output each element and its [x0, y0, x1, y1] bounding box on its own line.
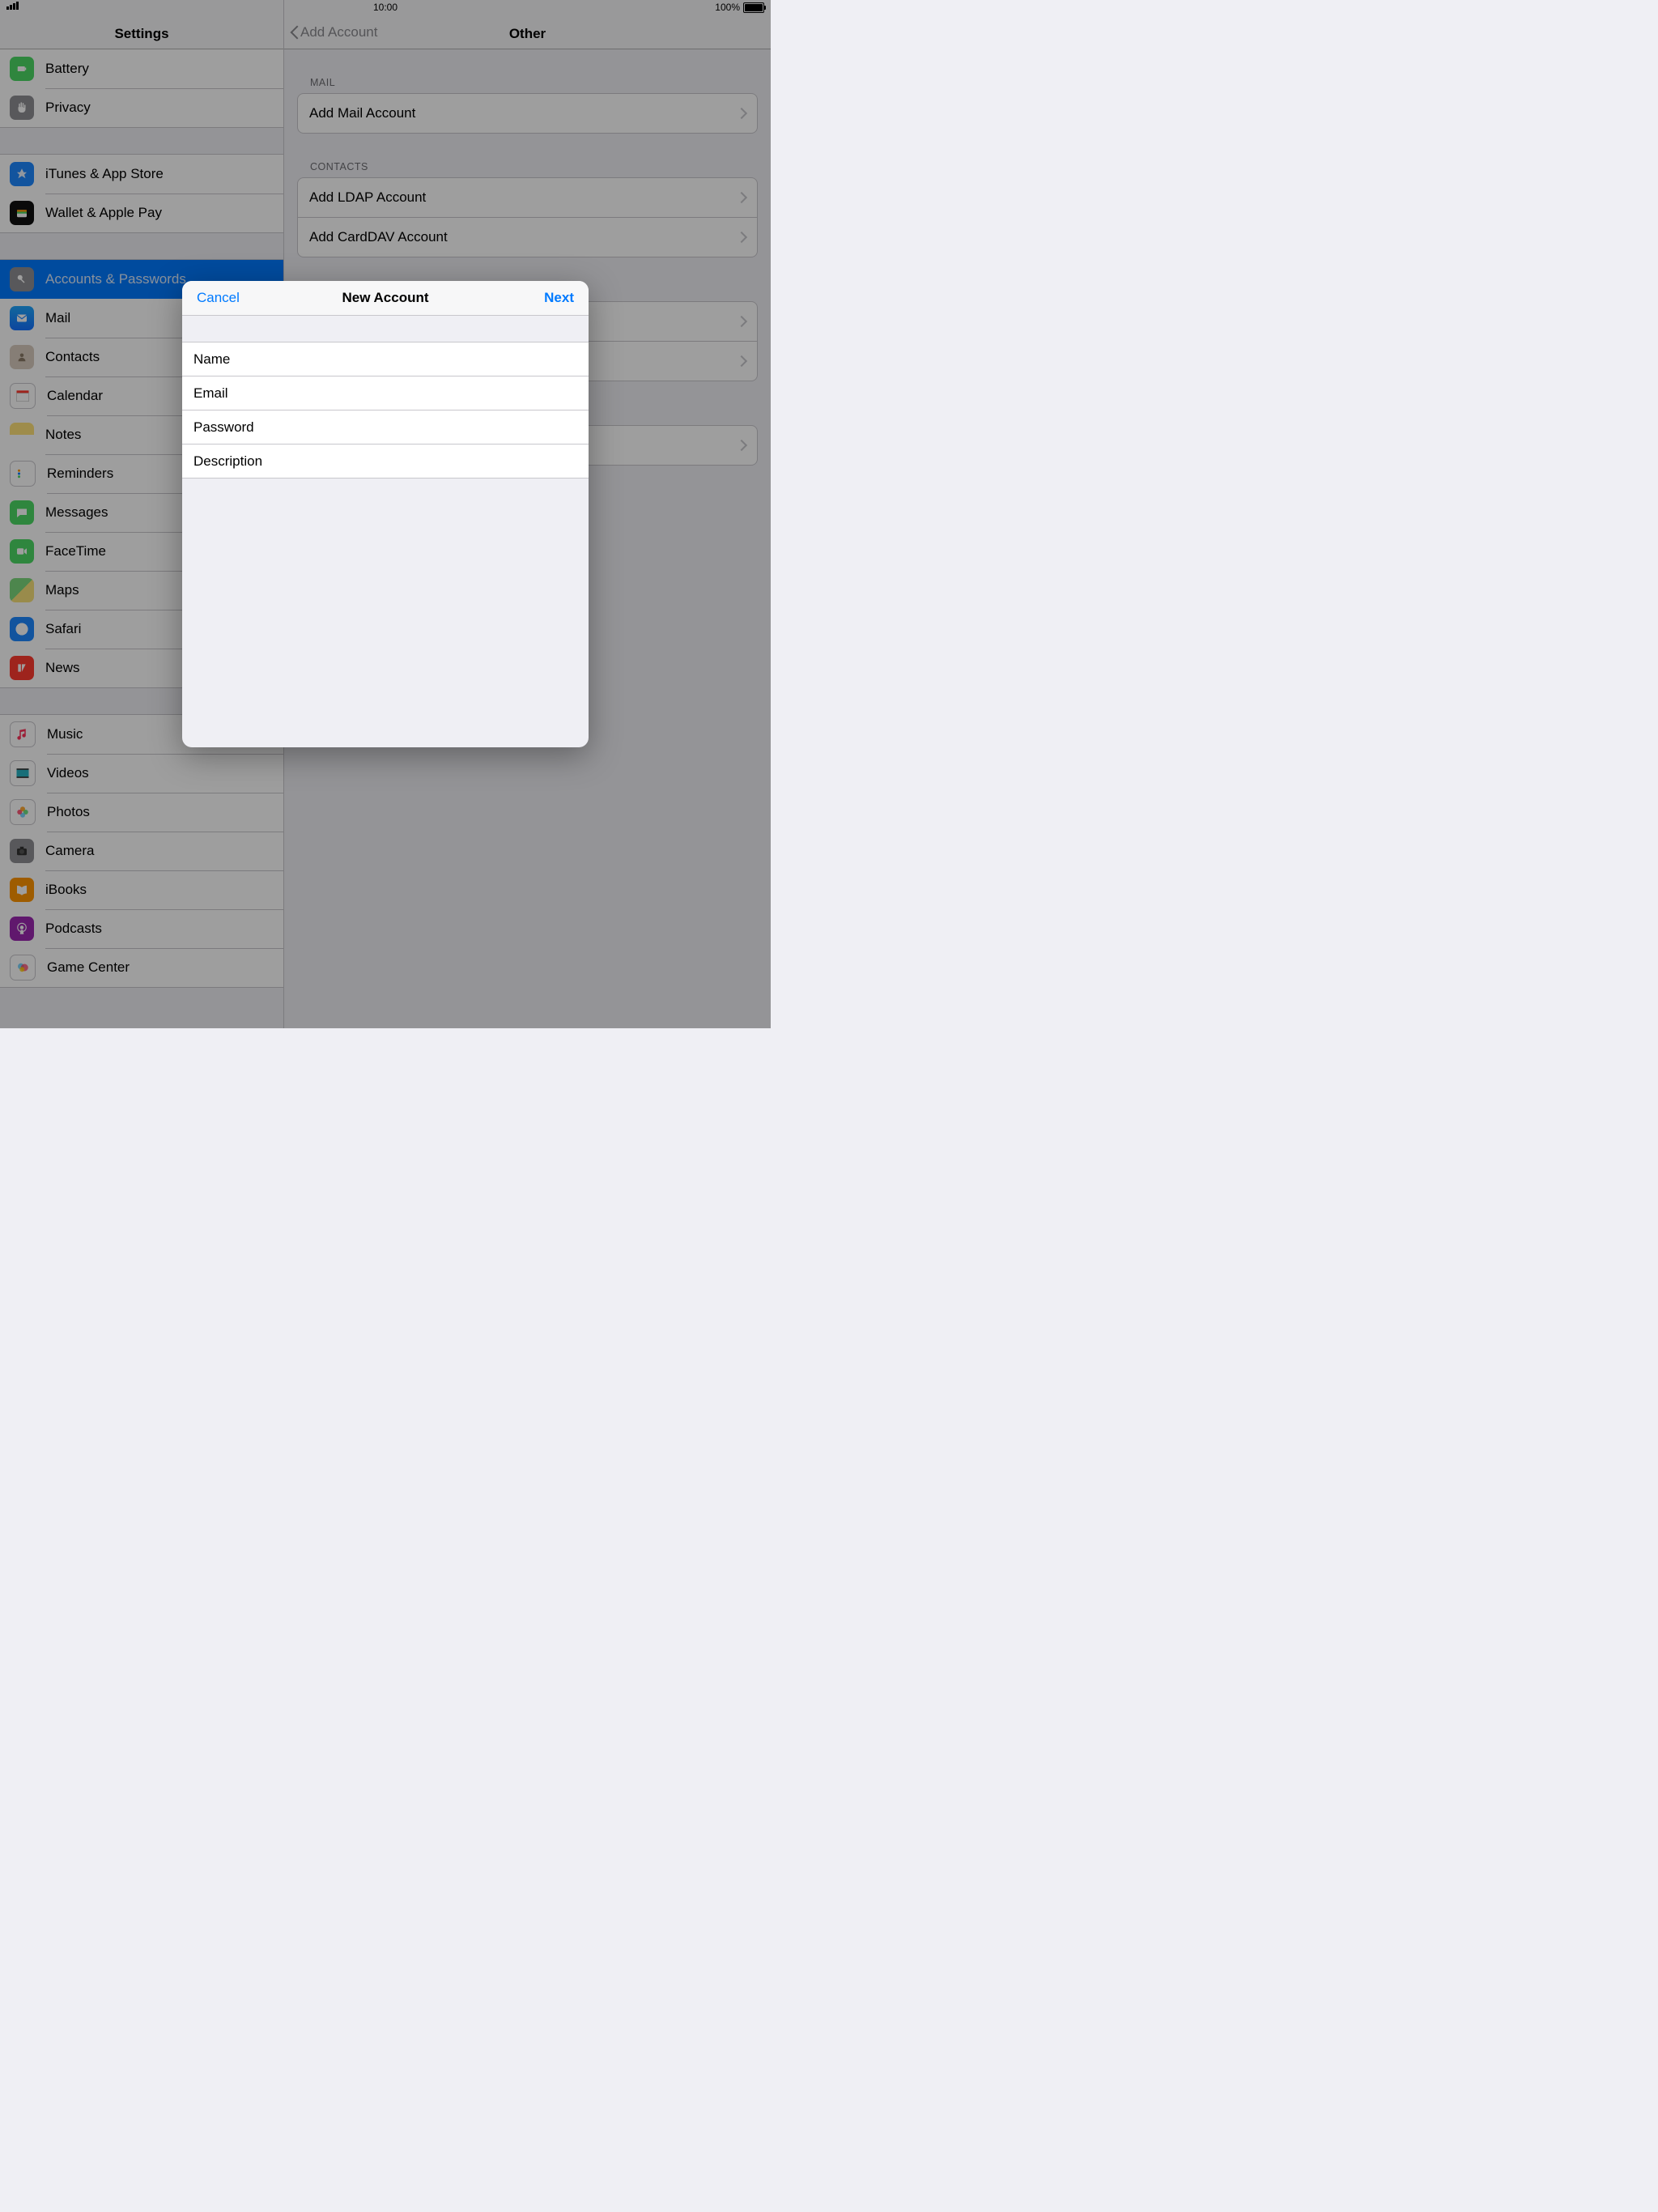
new-account-form: Name Email Password Description: [182, 342, 589, 479]
email-input[interactable]: [274, 385, 577, 402]
field-name[interactable]: Name: [182, 342, 589, 376]
field-password[interactable]: Password: [182, 410, 589, 444]
modal-navbar: Cancel New Account Next: [182, 281, 589, 316]
field-description[interactable]: Description: [182, 444, 589, 478]
name-input[interactable]: [274, 351, 577, 368]
password-input[interactable]: [274, 419, 577, 436]
modal-title: New Account: [342, 290, 428, 306]
field-label: Name: [193, 351, 274, 368]
next-button[interactable]: Next: [529, 281, 589, 315]
modal-body: Name Email Password Description: [182, 316, 589, 747]
new-account-modal: Cancel New Account Next Name Email Passw…: [182, 281, 589, 747]
cancel-button[interactable]: Cancel: [182, 281, 254, 315]
field-label: Password: [193, 419, 274, 436]
field-label: Email: [193, 385, 274, 402]
description-input[interactable]: [274, 453, 577, 470]
field-label: Description: [193, 453, 274, 470]
field-email[interactable]: Email: [182, 376, 589, 410]
